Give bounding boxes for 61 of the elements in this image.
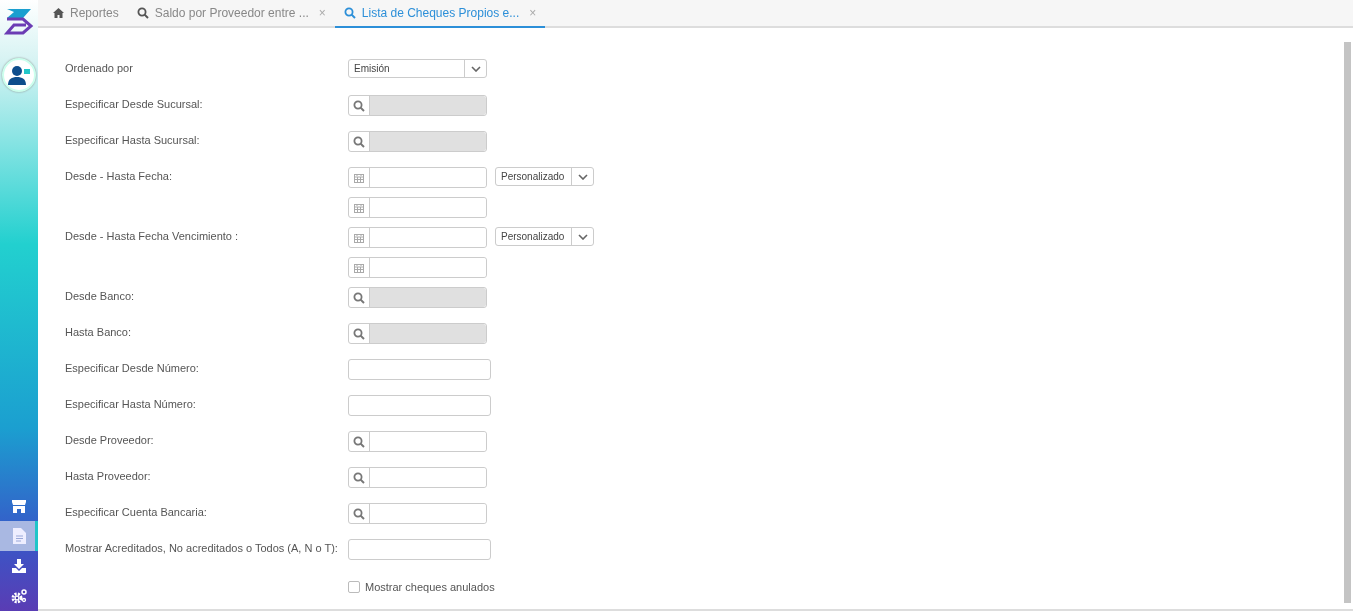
field-label: Especificar Hasta Número: [65, 397, 197, 412]
search-icon [343, 7, 356, 19]
field-label: Ordenado por [65, 61, 134, 76]
lookup-field[interactable] [348, 131, 487, 152]
field-label: Mostrar Acreditados, No acreditados o Todos (A, N o T): [65, 541, 339, 556]
close-button[interactable]: × [318, 6, 326, 20]
chevron-down-icon [470, 65, 481, 72]
field-label: Desde - Hasta Fecha: [65, 169, 173, 184]
field-label: Hasta Banco: [65, 325, 133, 340]
dropdown[interactable]: Personalizado [495, 227, 594, 246]
home-icon [53, 8, 64, 18]
text-field[interactable] [348, 359, 491, 380]
search-icon [136, 7, 149, 19]
date-field[interactable] [348, 197, 487, 218]
user-icon [8, 65, 30, 85]
close-button[interactable]: × [529, 6, 537, 20]
field-label: Desde Banco: [65, 289, 136, 304]
lookup-field[interactable] [348, 503, 487, 524]
text-field[interactable] [348, 539, 491, 560]
date-field[interactable] [348, 257, 487, 278]
search-icon [353, 507, 365, 520]
lookup-field[interactable] [348, 467, 487, 488]
calendar-icon [354, 262, 364, 273]
chevron-down-icon [577, 173, 588, 180]
date-field[interactable] [348, 167, 487, 188]
tab[interactable]: Saldo por Proveedor entre ... × [127, 0, 335, 28]
scrollbar[interactable] [1344, 42, 1351, 603]
calendar-icon [354, 172, 364, 183]
checkbox[interactable]: Mostrar cheques anulados [348, 569, 495, 605]
lookup-field[interactable] [348, 431, 487, 452]
store-icon [11, 498, 27, 514]
search-icon [353, 471, 365, 484]
dropdown[interactable]: Personalizado [495, 167, 594, 186]
gears-icon [11, 588, 27, 604]
search-icon [353, 135, 365, 148]
user-avatar[interactable] [2, 58, 36, 92]
field-label: Especificar Hasta Sucursal: [65, 133, 201, 148]
field-label: Especificar Desde Sucursal: [65, 97, 204, 112]
document-icon [12, 528, 26, 544]
field-label: Especificar Desde Número: [65, 361, 200, 376]
lookup-field[interactable] [348, 95, 487, 116]
tab[interactable]: Lista de Cheques Propios e... × [334, 0, 546, 28]
search-icon [353, 327, 365, 340]
logo-icon [4, 6, 34, 36]
search-icon [353, 99, 365, 112]
field-label: Desde Proveedor: [65, 433, 155, 448]
calendar-icon [354, 202, 364, 213]
download-icon [11, 558, 27, 574]
chevron-down-icon [577, 233, 588, 240]
lookup-field[interactable] [348, 287, 487, 308]
calendar-icon [354, 232, 364, 243]
field-label: Desde - Hasta Fecha Vencimiento : [65, 229, 240, 244]
date-field[interactable] [348, 227, 487, 248]
tab[interactable]: Reportes [44, 0, 128, 28]
field-label: Hasta Proveedor: [65, 469, 152, 484]
search-icon [353, 435, 365, 448]
text-field[interactable] [348, 395, 491, 416]
dropdown[interactable]: Emisión [348, 59, 487, 78]
search-icon [353, 291, 365, 304]
field-label: Especificar Cuenta Bancaria: [65, 505, 208, 520]
lookup-field[interactable] [348, 323, 487, 344]
